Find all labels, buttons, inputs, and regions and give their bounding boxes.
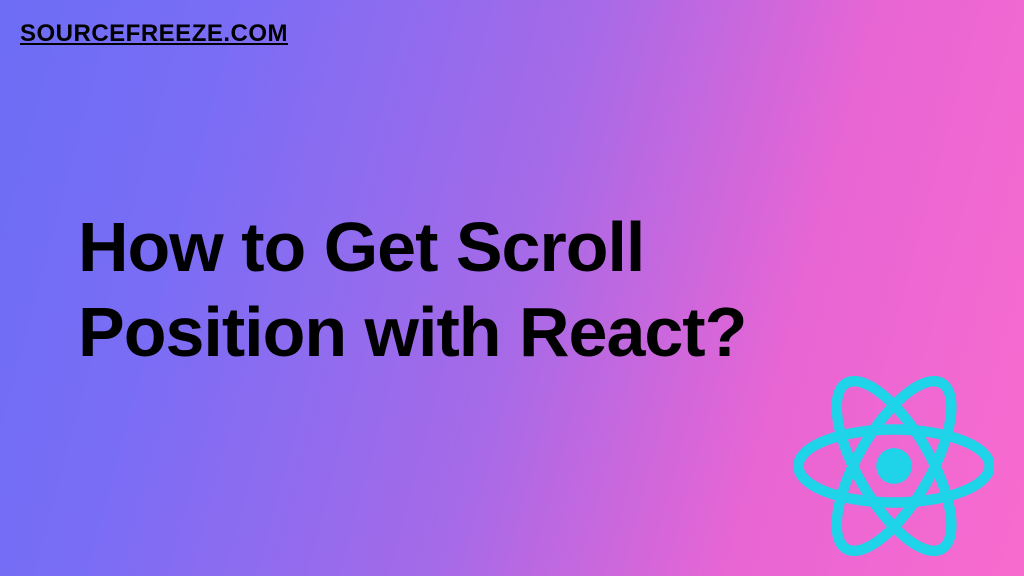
article-title: How to Get Scroll Position with React? — [78, 205, 746, 376]
react-logo-icon — [794, 376, 994, 556]
title-line-1: How to Get Scroll — [78, 208, 644, 286]
banner-card: SOURCEFREEZE.COM How to Get Scroll Posit… — [0, 0, 1024, 576]
brand-link[interactable]: SOURCEFREEZE.COM — [20, 20, 1024, 48]
title-line-2: Position with React? — [78, 293, 746, 371]
